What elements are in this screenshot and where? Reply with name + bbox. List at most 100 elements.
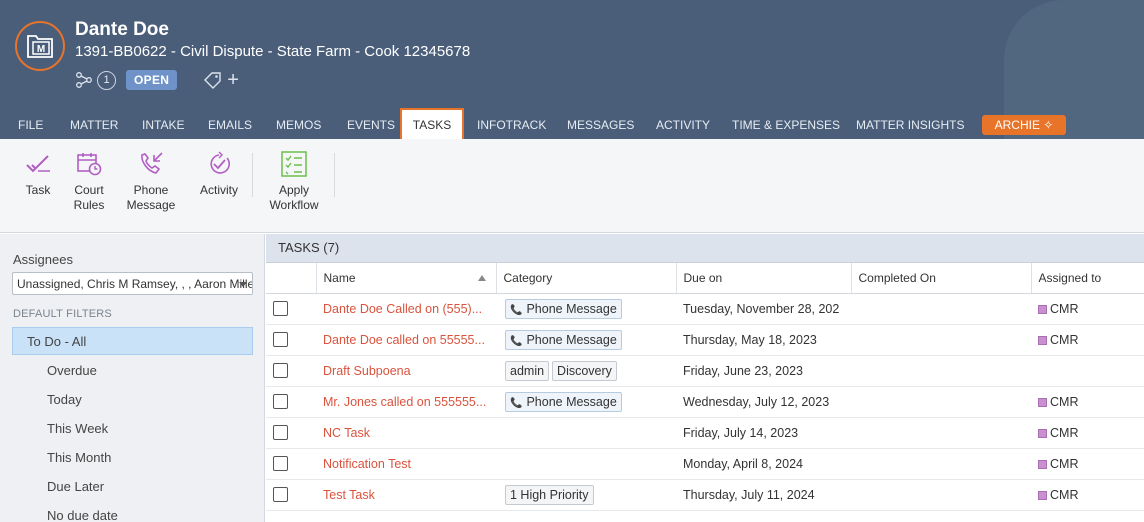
phone-icon: 📞 [510,304,523,316]
tab-intake[interactable]: INTAKE [142,108,184,139]
tab-activity[interactable]: ACTIVITY [656,108,710,139]
assignee-initials: CMR [1050,456,1079,471]
tab-tasks[interactable]: TASKS [400,108,464,141]
assignee-color-icon [1038,397,1047,407]
assigned-column-header[interactable]: Assigned to [1031,263,1144,294]
completed-on-cell [851,448,1031,480]
matter-header: M Dante Doe 1391-BB0622 - Civil Dispute … [0,0,1144,141]
tab-emails[interactable]: EMAILS [208,108,252,139]
filter-todo-all[interactable]: To Do - All [12,327,253,355]
archie-button[interactable]: ARCHIE ✧ [982,115,1066,135]
task-name-link[interactable]: Dante Doe Called on (555)... [323,302,482,316]
completed-on-cell [851,479,1031,511]
new-task-button[interactable]: Task [22,151,54,198]
filter-no-due-date[interactable]: No due date [12,502,253,522]
court-rules-button[interactable]: Court Rules [68,151,110,213]
category-chip-label: 1 High Priority [510,487,589,502]
completed-on-cell [851,417,1031,449]
completed-column-header[interactable]: Completed On [851,263,1032,294]
court-rules-label-2: Rules [73,198,105,212]
assignee-initials: CMR [1050,425,1079,440]
row-select-cell [266,448,316,480]
table-row[interactable]: Notification Test Monday, April 8, 2024 CM… [266,448,1144,480]
task-name-link[interactable]: Notification Test [323,457,411,471]
assignee-initials: CMR [1050,332,1079,347]
assignees-dropdown[interactable]: Unassigned, Chris M Ramsey, , , Aaron Mi… [12,272,253,295]
matter-title: 1391-BB0622 - Civil Dispute - State Farm… [75,43,471,60]
due-column-header[interactable]: Due on [676,263,852,294]
assignee-color-icon [1038,490,1047,500]
category-cell: admin Discovery [496,355,676,387]
name-column-header[interactable]: Name [316,263,497,294]
tab-time-expenses[interactable]: TIME & EXPENSES [732,108,840,139]
assigned-to-cell: CMR [1031,417,1144,449]
table-row[interactable]: Dante Doe called on 55555... 📞 Phone Messa… [266,324,1144,356]
matter-avatar: M [15,21,65,71]
tab-matter[interactable]: MATTER [70,108,118,139]
name-header-label: Name [323,270,356,285]
filter-this-month[interactable]: This Month [12,444,253,472]
activity-icon [210,151,230,174]
filter-this-week[interactable]: This Week [12,415,253,443]
row-checkbox[interactable] [273,301,288,317]
row-select-cell [266,355,316,387]
filter-due-later[interactable]: Due Later [12,473,253,501]
table-row[interactable]: Draft Subpoena admin Discovery Friday, June… [266,355,1144,387]
category-cell [496,448,676,480]
phone-message-label-1: Phone [133,183,169,197]
activity-button[interactable]: Activity [197,151,241,198]
due-date-cell: Wednesday, July 12, 2023 [676,386,851,418]
task-name-link[interactable]: Draft Subpoena [323,364,411,378]
due-date-cell: Tuesday, November 28, 202 [676,293,851,325]
category-column-header[interactable]: Category [496,263,677,294]
category-chip-label: Phone Message [526,332,617,347]
assignees-value: Unassigned, Chris M Ramsey, , , Aaron Mi… [17,277,253,291]
row-checkbox[interactable] [273,425,288,441]
category-chip: admin [505,360,550,381]
tab-events[interactable]: EVENTS [347,108,395,139]
row-checkbox[interactable] [273,363,288,379]
tasks-panel: TASKS (7) Name Category Due on Completed… [266,234,1144,522]
category-chip: 1 High Priority [505,484,594,505]
table-row[interactable]: Test Task 1 High Priority Thursday, July 1… [266,479,1144,511]
task-name-cell: Dante Doe Called on (555)... [316,293,496,325]
task-name-link[interactable]: Mr. Jones called on 555555... [323,395,486,409]
select-column-header [266,263,317,294]
row-checkbox[interactable] [273,487,288,503]
row-select-cell [266,386,316,418]
row-checkbox[interactable] [273,456,288,472]
relationships-icon[interactable] [75,71,93,89]
task-name-link[interactable]: Test Task [323,488,375,502]
table-row[interactable]: Mr. Jones called on 555555... 📞 Phone Mess… [266,386,1144,418]
category-cell: 📞 Phone Message [496,293,676,325]
table-row[interactable]: NC Task Friday, July 14, 2023 CMR [266,417,1144,449]
tab-matter-insights[interactable]: MATTER INSIGHTS [856,108,964,139]
filter-overdue[interactable]: Overdue [12,357,253,385]
related-count[interactable]: 1 [97,70,116,90]
phone-message-button[interactable]: Phone Message [124,151,178,213]
row-checkbox[interactable] [273,332,288,348]
apply-workflow-label-2: Workflow [269,198,319,212]
tab-memos[interactable]: MEMOS [276,108,321,139]
task-name-link[interactable]: Dante Doe called on 55555... [323,333,485,347]
task-name-cell: Dante Doe called on 55555... [316,324,496,356]
add-tag-icon[interactable]: + [227,70,239,90]
table-row[interactable]: Dante Doe Called on (555)... 📞 Phone Messa… [266,293,1144,325]
tab-file[interactable]: FILE [18,108,43,139]
filter-today[interactable]: Today [12,386,253,414]
apply-workflow-button[interactable]: Apply Workflow [266,151,322,213]
row-checkbox[interactable] [273,394,288,410]
task-name-link[interactable]: NC Task [323,426,370,440]
tab-messages[interactable]: MESSAGES [567,108,634,139]
assignee-color-icon [1038,428,1047,438]
category-chip-label: Discovery [557,363,612,378]
tag-icon[interactable] [203,71,223,89]
due-date-cell: Monday, April 8, 2024 [676,448,851,480]
phone-incoming-icon [141,152,163,174]
tab-infotrack[interactable]: INFOTRACK [477,108,546,139]
task-label: Task [25,183,51,197]
completed-on-cell [851,324,1031,356]
assigned-to-cell: CMR [1031,324,1144,356]
assignee-color-icon [1038,304,1047,314]
status-badge[interactable]: OPEN [126,70,178,90]
